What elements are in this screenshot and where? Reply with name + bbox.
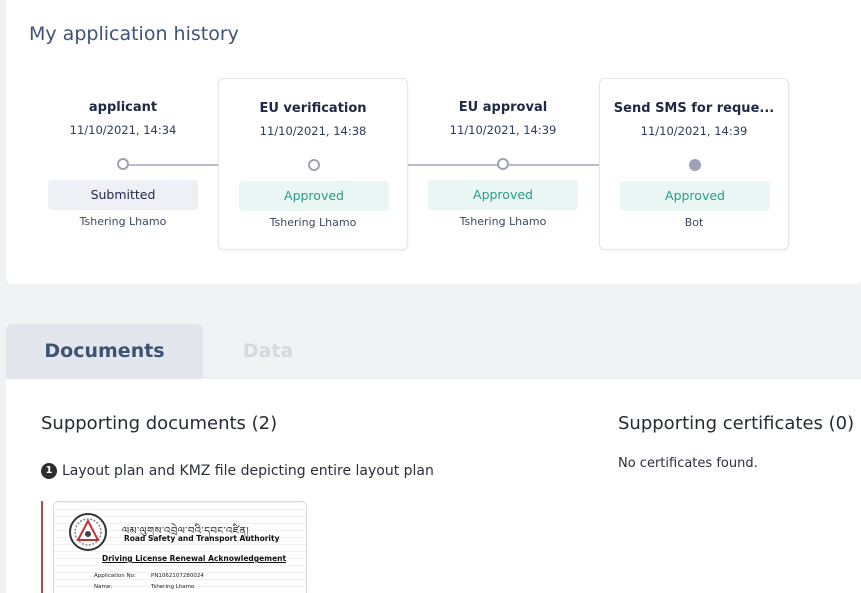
timeline-step-eu-approval: EU approval 11/10/2021, 14:39 Approved T…	[408, 78, 598, 250]
rsta-logo-icon	[69, 513, 107, 551]
document-heading: Driving License Renewal Acknowledgement	[102, 554, 287, 563]
step-actor: Bot	[684, 216, 704, 229]
step-name: EU approval	[458, 100, 548, 115]
item-number-badge: 1	[41, 463, 57, 479]
step-time: 11/10/2021, 14:39	[449, 123, 557, 137]
supporting-certificates-title: Supporting certificates (0)	[618, 413, 855, 434]
status-badge: Approved	[239, 181, 389, 211]
documents-panel: Supporting documents (2) 1 Layout plan a…	[6, 379, 861, 593]
step-name: EU verification	[259, 101, 367, 116]
timeline-step-send-sms: Send SMS for reque... 11/10/2021, 14:39 …	[599, 78, 789, 250]
timeline-step-eu-verification: EU verification 11/10/2021, 14:38 Approv…	[218, 78, 408, 250]
document-row-value: Tshering Lhamo	[151, 584, 195, 590]
document-org: Road Safety and Transport Authority	[124, 534, 280, 543]
step-time: 11/10/2021, 14:38	[259, 124, 367, 138]
step-actor: Tshering Lhamo	[269, 216, 357, 229]
tab-documents[interactable]: Documents	[6, 324, 203, 379]
step-dot	[117, 158, 129, 170]
document-row-label: Name:	[94, 584, 113, 590]
document-label: Layout plan and KMZ file depicting entir…	[62, 463, 434, 479]
document-row-label: Application No:	[94, 573, 136, 579]
step-actor: Tshering Lhamo	[79, 215, 167, 228]
document-list-item: 1 Layout plan and KMZ file depicting ent…	[41, 463, 434, 479]
document-row-value: PN1062107280024	[151, 573, 204, 579]
history-title: My application history	[29, 23, 239, 45]
step-actor: Tshering Lhamo	[459, 215, 547, 228]
step-dot	[497, 158, 509, 170]
step-time: 11/10/2021, 14:39	[640, 124, 748, 138]
step-name: Send SMS for reque...	[613, 101, 775, 116]
application-history-card: My application history applicant 11/10/2…	[6, 0, 861, 284]
step-name: applicant	[88, 100, 158, 115]
document-preview-group: ལམ་ལུགས་འབྲེལ་བའི་དབང་འཛིན། Road Safety …	[41, 501, 307, 593]
document-row: Application No: PN1062107280024	[94, 573, 204, 579]
step-dot	[308, 159, 320, 171]
document-thumbnail[interactable]: ལམ་ལུགས་འབྲེལ་བའི་དབང་འཛིན། Road Safety …	[53, 501, 307, 593]
supporting-documents-title: Supporting documents (2)	[41, 413, 278, 434]
status-badge: Approved	[620, 181, 770, 211]
step-dot-current	[689, 159, 701, 171]
document-row: Name: Tshering Lhamo	[94, 584, 194, 590]
no-certificates-text: No certificates found.	[618, 456, 758, 471]
status-badge: Submitted	[48, 180, 198, 210]
tab-data[interactable]: Data	[203, 324, 333, 379]
step-time: 11/10/2021, 14:34	[69, 123, 177, 137]
timeline-step-applicant: applicant 11/10/2021, 14:34 Submitted Ts…	[28, 78, 218, 250]
status-badge: Approved	[428, 180, 578, 210]
